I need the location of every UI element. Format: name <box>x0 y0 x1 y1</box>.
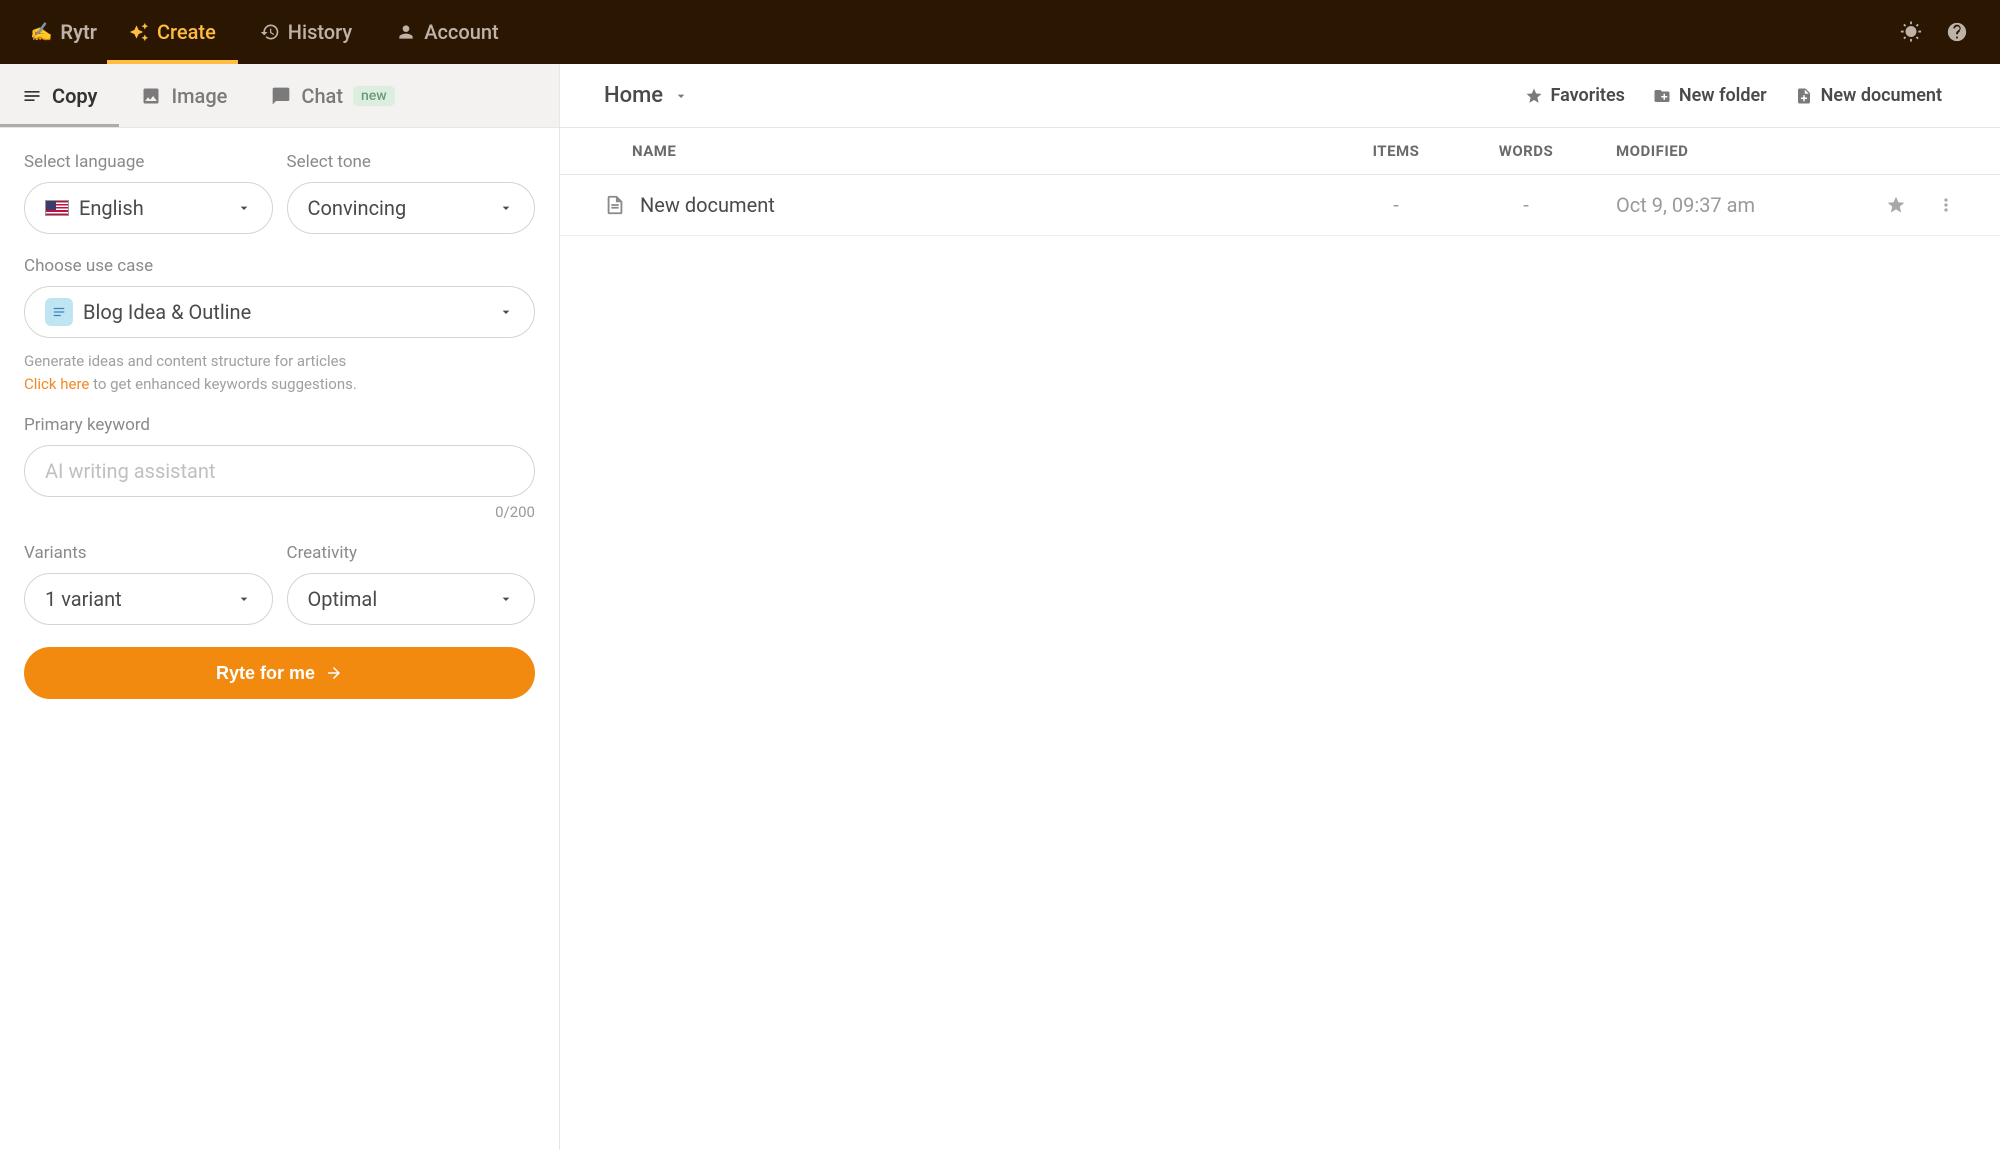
sidebar: Copy Image Chat new Select language <box>0 64 560 1150</box>
tab-chat-label: Chat <box>301 84 343 108</box>
col-items: ITEMS <box>1336 142 1456 160</box>
row-words: - <box>1456 193 1596 217</box>
tab-copy-label: Copy <box>52 84 97 108</box>
help-button[interactable] <box>1934 9 1980 55</box>
helper-line2: to get enhanced keywords suggestions. <box>89 375 356 393</box>
language-label: Select language <box>24 152 273 172</box>
chevron-down-icon <box>498 304 514 320</box>
more-vert-icon[interactable] <box>1936 195 1956 215</box>
variants-select[interactable]: 1 variant <box>24 573 273 625</box>
chevron-down-icon <box>498 200 514 216</box>
breadcrumb-label: Home <box>604 83 663 108</box>
ryte-button[interactable]: Ryte for me <box>24 647 535 699</box>
history-icon <box>260 22 280 42</box>
sun-icon <box>1900 21 1922 43</box>
variants-label: Variants <box>24 543 273 563</box>
ryte-button-label: Ryte for me <box>216 663 315 684</box>
chevron-down-icon <box>236 591 252 607</box>
star-icon <box>1525 87 1543 105</box>
usecase-label: Choose use case <box>24 256 535 276</box>
tone-select[interactable]: Convincing <box>287 182 536 234</box>
nav-account[interactable]: Account <box>374 0 520 64</box>
sparkles-icon <box>129 22 149 42</box>
sidebar-body: Select language English Select tone Conv… <box>0 128 559 1150</box>
tab-image[interactable]: Image <box>119 64 249 127</box>
creativity-value: Optimal <box>308 587 378 611</box>
tone-label: Select tone <box>287 152 536 172</box>
flag-us-icon <box>45 200 69 216</box>
usecase-select[interactable]: Blog Idea & Outline <box>24 286 535 338</box>
blog-icon <box>45 298 73 326</box>
tab-copy[interactable]: Copy <box>0 64 119 127</box>
tone-value: Convincing <box>308 196 407 220</box>
new-folder-button[interactable]: New folder <box>1639 85 1781 106</box>
chevron-down-icon <box>236 200 252 216</box>
nav-history-label: History <box>288 20 352 44</box>
content-header: Home Favorites New folder New document <box>560 64 2000 128</box>
keyword-count: 0/200 <box>24 503 535 521</box>
helper-link[interactable]: Click here <box>24 375 89 393</box>
nav-account-label: Account <box>424 20 498 44</box>
language-select[interactable]: English <box>24 182 273 234</box>
chat-icon <box>271 86 291 106</box>
keyword-input[interactable] <box>24 445 535 497</box>
tab-chat[interactable]: Chat new <box>249 64 416 127</box>
person-icon <box>396 22 416 42</box>
helper-line1: Generate ideas and content structure for… <box>24 352 346 370</box>
favorites-button[interactable]: Favorites <box>1511 85 1639 106</box>
nav-create[interactable]: Create <box>107 0 238 64</box>
usecase-helper: Generate ideas and content structure for… <box>24 350 535 395</box>
document-icon <box>604 194 626 216</box>
star-icon[interactable] <box>1886 195 1906 215</box>
new-document-label: New document <box>1821 85 1942 106</box>
topnav: ✍️ Rytr Create History Account <box>0 0 2000 64</box>
arrow-right-icon <box>325 664 343 682</box>
col-modified: MODIFIED <box>1596 142 1826 160</box>
variants-value: 1 variant <box>45 587 122 611</box>
logo[interactable]: ✍️ Rytr <box>20 20 107 44</box>
folder-plus-icon <box>1653 87 1671 105</box>
image-icon <box>141 86 161 106</box>
col-name: NAME <box>604 142 1336 160</box>
creativity-label: Creativity <box>287 543 536 563</box>
help-icon <box>1946 21 1968 43</box>
nav-history[interactable]: History <box>238 0 374 64</box>
language-value: English <box>79 196 144 220</box>
file-plus-icon <box>1795 87 1813 105</box>
col-words: WORDS <box>1456 142 1596 160</box>
usecase-value: Blog Idea & Outline <box>83 300 251 324</box>
breadcrumb[interactable]: Home <box>604 83 689 108</box>
row-items: - <box>1336 193 1456 217</box>
new-folder-label: New folder <box>1679 85 1767 106</box>
table-row[interactable]: New document - - Oct 9, 09:37 am <box>560 175 2000 236</box>
chevron-down-icon <box>673 88 689 104</box>
row-name: New document <box>640 193 775 217</box>
keyword-label: Primary keyword <box>24 415 535 435</box>
favorites-label: Favorites <box>1551 85 1625 106</box>
new-badge: new <box>353 86 395 106</box>
nav-create-label: Create <box>157 20 216 44</box>
logo-emoji: ✍️ <box>30 22 52 43</box>
notes-icon <box>22 86 42 106</box>
theme-toggle[interactable] <box>1888 9 1934 55</box>
new-document-button[interactable]: New document <box>1781 85 1956 106</box>
content-area: Home Favorites New folder New document N… <box>560 64 2000 1150</box>
row-modified: Oct 9, 09:37 am <box>1596 193 1826 217</box>
table-header: NAME ITEMS WORDS MODIFIED <box>560 128 2000 175</box>
creativity-select[interactable]: Optimal <box>287 573 536 625</box>
tab-image-label: Image <box>171 84 227 108</box>
chevron-down-icon <box>498 591 514 607</box>
sidebar-tabs: Copy Image Chat new <box>0 64 559 128</box>
logo-text: Rytr <box>60 20 97 44</box>
